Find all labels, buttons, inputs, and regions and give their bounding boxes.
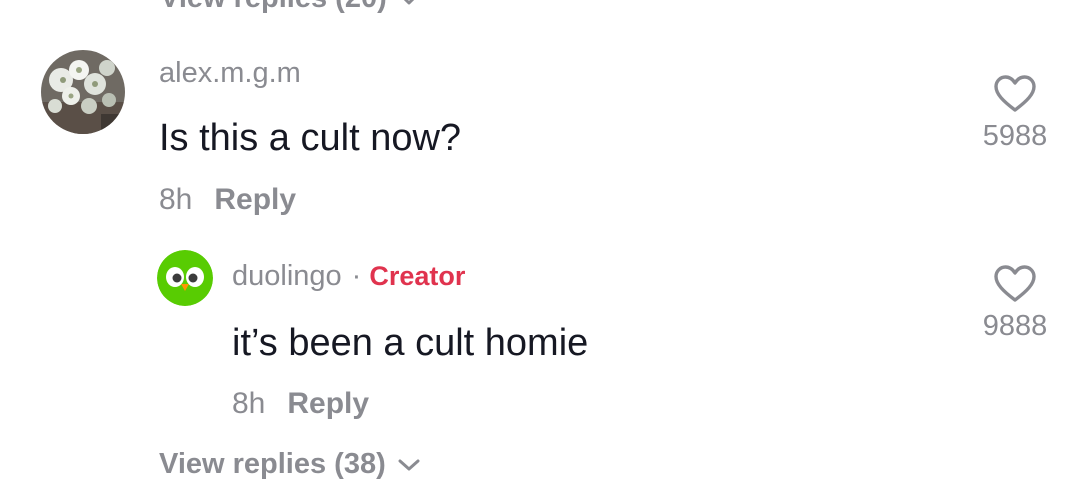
flower-photo-avatar-icon	[41, 50, 125, 134]
reply-avatar[interactable]	[157, 250, 213, 306]
creator-badge: Creator	[369, 261, 466, 291]
view-replies-button[interactable]: View replies (38)	[159, 448, 420, 481]
comment-reply-button[interactable]: Reply	[214, 183, 296, 216]
reply-meta: 8h Reply	[232, 387, 369, 421]
chevron-down-icon	[403, 0, 415, 5]
avatar[interactable]	[41, 50, 125, 134]
comment-text: Is this a cult now?	[159, 117, 462, 159]
comment-like-count: 5988	[982, 120, 1048, 152]
reply-text: it’s been a cult homie	[232, 322, 589, 364]
chevron-down-icon	[398, 459, 420, 471]
reply-username[interactable]: duolingo	[232, 260, 342, 292]
heart-icon	[994, 75, 1036, 112]
reply-username-row: duolingo · Creator	[232, 260, 465, 293]
heart-icon	[994, 265, 1036, 302]
separator-dot: ·	[351, 260, 362, 292]
view-replies-label: View replies (38)	[159, 448, 386, 480]
duolingo-owl-icon	[157, 250, 213, 306]
reply-reply-button[interactable]: Reply	[287, 387, 369, 420]
comment-meta: 8h Reply	[159, 183, 296, 217]
comment-time: 8h	[159, 183, 193, 216]
previous-view-replies-button[interactable]: View replies (20)	[160, 0, 419, 15]
comment-like-button[interactable]: 5988	[970, 74, 1060, 153]
reply-like-count: 9888	[982, 310, 1048, 342]
reply-like-button[interactable]: 9888	[970, 264, 1060, 343]
comment-username[interactable]: alex.m.g.m	[159, 57, 301, 90]
previous-view-replies-label: View replies (20)	[160, 0, 387, 14]
reply-time: 8h	[232, 387, 266, 420]
